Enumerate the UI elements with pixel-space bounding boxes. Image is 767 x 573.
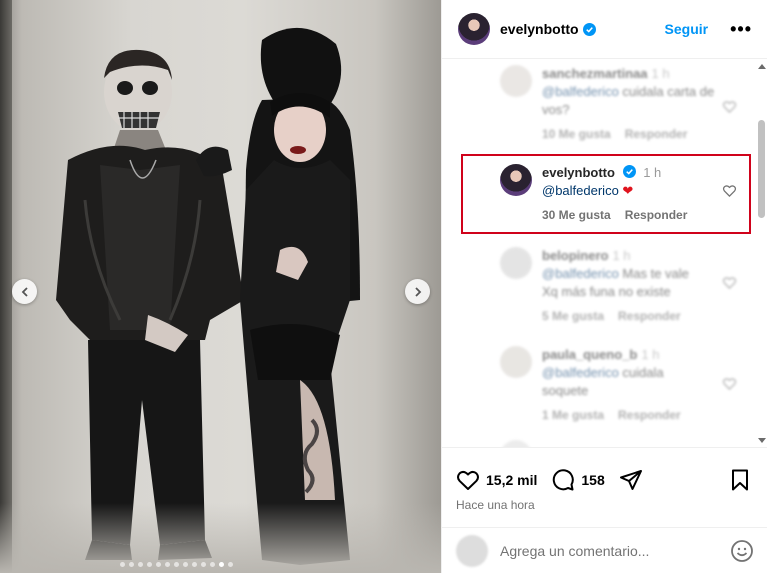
like-heart-icon[interactable] bbox=[456, 468, 480, 492]
carousel-dot bbox=[183, 562, 188, 567]
comment-username[interactable]: paula_queno_b bbox=[542, 347, 637, 362]
carousel-prev-button[interactable] bbox=[12, 279, 37, 304]
comments-list: sanchezmartinaa 1 h @balfederico cuidala … bbox=[442, 60, 767, 447]
avatar[interactable] bbox=[458, 13, 490, 45]
chevron-left-icon bbox=[21, 286, 28, 297]
post-photo bbox=[0, 0, 441, 573]
scrollbar-thumb[interactable] bbox=[758, 120, 765, 218]
carousel-dot bbox=[165, 562, 170, 567]
carousel-dot bbox=[201, 562, 206, 567]
commenter-avatar[interactable] bbox=[500, 247, 532, 279]
comment-text: cuidala bbox=[622, 365, 664, 380]
comment-time: 1 h bbox=[651, 66, 670, 81]
commenter-avatar[interactable] bbox=[500, 346, 532, 378]
post-panel: evelynbotto Seguir ••• sanchezmartinaa 1 … bbox=[441, 0, 767, 573]
scroll-up-arrow-icon[interactable] bbox=[758, 64, 766, 69]
carousel-dot bbox=[156, 562, 161, 567]
comment-body: evelynbotto 1 h @balfederico ❤ 30 Me gus… bbox=[542, 164, 722, 224]
comment-body: paula_queno_b 1 h @balfederico cuidala so… bbox=[542, 346, 722, 424]
comment-likes[interactable]: 5 Me gusta bbox=[542, 309, 604, 323]
heart-outline-icon[interactable] bbox=[722, 275, 737, 290]
comment-input[interactable]: Agrega un comentario... bbox=[500, 543, 730, 559]
comment-mention[interactable]: @balfederico bbox=[542, 183, 619, 198]
carousel-dot bbox=[219, 562, 224, 567]
emoji-smiley-icon[interactable] bbox=[730, 539, 754, 563]
comment-username[interactable]: belopinero bbox=[542, 248, 608, 263]
action-row: 15,2 mil 158 bbox=[456, 468, 643, 492]
carousel-dot bbox=[147, 562, 152, 567]
comment-body: sanchezmartinaa 1 h @balfederico cuidala … bbox=[542, 65, 722, 143]
reply-button[interactable]: Responder bbox=[625, 127, 688, 141]
post-timestamp: Hace una hora bbox=[456, 498, 535, 512]
chevron-right-icon bbox=[414, 286, 421, 297]
reply-button[interactable]: Responder bbox=[618, 309, 681, 323]
comment-mention[interactable]: @balfederico bbox=[542, 266, 619, 281]
carousel-dot bbox=[138, 562, 143, 567]
share-paper-plane-icon[interactable] bbox=[619, 468, 643, 492]
verified-badge-icon bbox=[582, 22, 596, 36]
post-actions: 15,2 mil 158 Hace una hora bbox=[442, 447, 767, 527]
carousel-dot bbox=[228, 562, 233, 567]
comment-time: 1 h bbox=[641, 347, 660, 362]
comments-scrollbar[interactable] bbox=[755, 60, 767, 447]
carousel-dot bbox=[129, 562, 134, 567]
comment-username[interactable]: evelynbotto bbox=[542, 165, 615, 180]
likes-count[interactable]: 15,2 mil bbox=[486, 472, 537, 488]
reply-button[interactable]: Responder bbox=[618, 408, 681, 422]
carousel-dot bbox=[210, 562, 215, 567]
heart-emoji: ❤ bbox=[622, 183, 634, 198]
carousel-dot bbox=[192, 562, 197, 567]
comment-username[interactable]: sanchezmartinaa bbox=[542, 66, 648, 81]
comment-bubble-icon[interactable] bbox=[551, 468, 575, 492]
follow-button[interactable]: Seguir bbox=[665, 21, 709, 37]
scroll-down-arrow-icon[interactable] bbox=[758, 438, 766, 443]
comment-likes[interactable]: 30 Me gusta bbox=[542, 208, 611, 222]
comment-text-line2: soquete bbox=[542, 383, 589, 398]
bookmark-icon[interactable] bbox=[728, 468, 752, 492]
verified-badge-icon bbox=[622, 165, 636, 178]
commenter-avatar[interactable] bbox=[500, 440, 532, 447]
comment-time: 1 h bbox=[612, 248, 631, 263]
comment-time: 1 h bbox=[643, 165, 662, 180]
reply-button[interactable]: Responder bbox=[625, 208, 688, 222]
heart-outline-icon[interactable] bbox=[722, 99, 737, 114]
carousel-dot bbox=[120, 562, 125, 567]
comment-body: belopinero 1 h @balfederico Mas te vale X… bbox=[542, 247, 722, 325]
comment-mention[interactable]: @balfederico bbox=[542, 365, 619, 380]
carousel-dot bbox=[174, 562, 179, 567]
comment-text-line2: Xq más funa no existe bbox=[542, 284, 671, 299]
commenter-avatar[interactable] bbox=[500, 164, 532, 196]
add-comment-bar: Agrega un comentario... bbox=[442, 527, 767, 573]
carousel-dots bbox=[120, 562, 233, 567]
heart-outline-icon[interactable] bbox=[722, 376, 737, 391]
commenter-avatar[interactable] bbox=[500, 65, 532, 97]
current-user-avatar bbox=[456, 534, 488, 567]
heart-outline-icon[interactable] bbox=[722, 183, 737, 198]
carousel-next-button[interactable] bbox=[405, 279, 430, 304]
post-header: evelynbotto Seguir ••• bbox=[442, 0, 767, 59]
comment-text: Mas te vale bbox=[622, 266, 689, 281]
header-username[interactable]: evelynbotto bbox=[500, 21, 579, 37]
comment-likes[interactable]: 1 Me gusta bbox=[542, 408, 604, 422]
more-options-button[interactable]: ••• bbox=[730, 19, 752, 40]
comment-mention[interactable]: @balfederico bbox=[542, 84, 619, 99]
photo-figures bbox=[56, 27, 360, 565]
comment-likes[interactable]: 10 Me gusta bbox=[542, 127, 611, 141]
comments-count[interactable]: 158 bbox=[581, 472, 604, 488]
